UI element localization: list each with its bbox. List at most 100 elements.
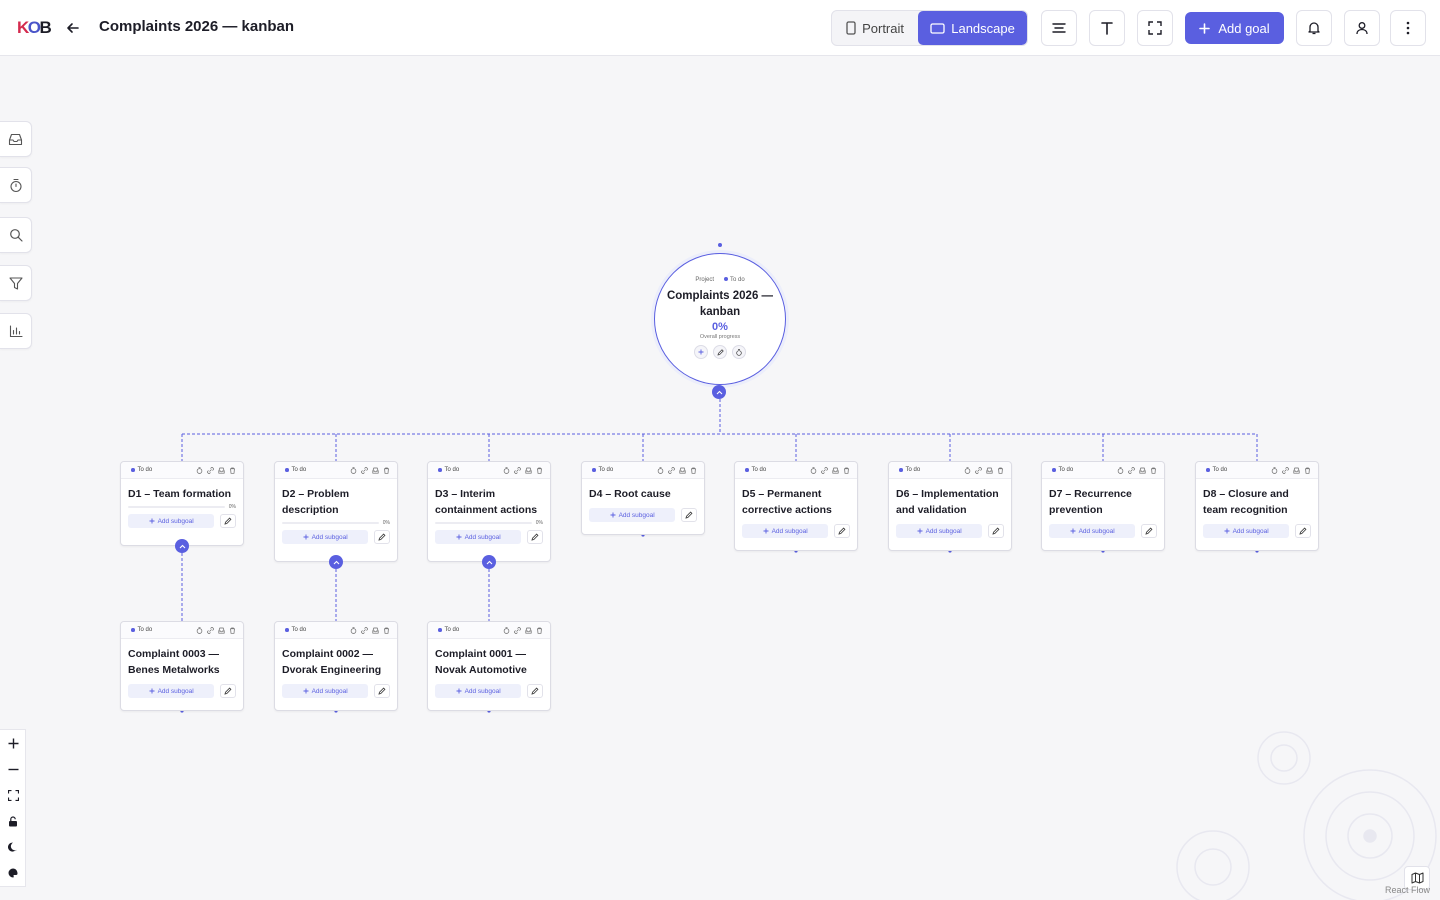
palette-button[interactable] xyxy=(0,860,26,886)
card-link-button[interactable] xyxy=(667,466,676,475)
card-timer-button[interactable] xyxy=(1116,466,1125,475)
add-subgoal-button[interactable]: Add subgoal xyxy=(435,530,522,544)
edit-button[interactable] xyxy=(1141,524,1157,538)
goal-card-6[interactable]: To do D6 – Implementation and validation A… xyxy=(888,461,1012,551)
notifications-button[interactable] xyxy=(1296,10,1332,46)
card-inbox-button[interactable] xyxy=(371,626,380,635)
root-timer-button[interactable] xyxy=(732,345,746,359)
root-add-button[interactable] xyxy=(694,345,708,359)
add-subgoal-button[interactable]: Add subgoal xyxy=(435,684,522,698)
card-timer-button[interactable] xyxy=(195,626,204,635)
landscape-button[interactable]: Landscape xyxy=(918,11,1027,45)
card-timer-button[interactable] xyxy=(1270,466,1279,475)
card-trash-button[interactable] xyxy=(382,626,391,635)
card-timer-button[interactable] xyxy=(963,466,972,475)
edit-button[interactable] xyxy=(527,530,543,544)
root-project-node[interactable]: Project To do Complaints 2026 — kanban 0… xyxy=(654,253,786,385)
goal-card-8[interactable]: To do D8 – Closure and team recognition Ad… xyxy=(1195,461,1319,551)
card-trash-button[interactable] xyxy=(228,466,237,475)
card-timer-button[interactable] xyxy=(502,466,511,475)
edit-button[interactable] xyxy=(681,508,697,522)
card-trash-button[interactable] xyxy=(382,466,391,475)
fit-view-button[interactable] xyxy=(0,782,26,808)
lock-button[interactable] xyxy=(0,808,26,834)
add-subgoal-button[interactable]: Add subgoal xyxy=(589,508,676,522)
card-timer-button[interactable] xyxy=(502,626,511,635)
card-inbox-button[interactable] xyxy=(831,466,840,475)
card-timer-button[interactable] xyxy=(349,626,358,635)
subgoal-card-3[interactable]: To do Complaint 0001 — Novak Automotive Ad… xyxy=(427,621,551,711)
root-edit-button[interactable] xyxy=(713,345,727,359)
card-trash-button[interactable] xyxy=(535,626,544,635)
card-inbox-button[interactable] xyxy=(371,466,380,475)
edit-button[interactable] xyxy=(374,530,390,544)
add-subgoal-button[interactable]: Add subgoal xyxy=(1203,524,1290,538)
card-inbox-button[interactable] xyxy=(524,466,533,475)
zoom-out-button[interactable] xyxy=(0,756,26,782)
edit-button[interactable] xyxy=(220,684,236,698)
more-button[interactable] xyxy=(1390,10,1426,46)
goal-card-2[interactable]: To do D2 – Problem description 0% Add subgo… xyxy=(274,461,398,562)
card-inbox-button[interactable] xyxy=(524,626,533,635)
add-subgoal-button[interactable]: Add subgoal xyxy=(282,684,369,698)
add-subgoal-button[interactable]: Add subgoal xyxy=(896,524,983,538)
zoom-in-button[interactable] xyxy=(0,730,26,756)
theme-button[interactable] xyxy=(0,834,26,860)
goal-card-3[interactable]: To do D3 – Interim containment actions 0% A… xyxy=(427,461,551,562)
card-trash-button[interactable] xyxy=(535,466,544,475)
add-goal-button[interactable]: Add goal xyxy=(1185,12,1284,44)
card-timer-button[interactable] xyxy=(809,466,818,475)
add-subgoal-button[interactable]: Add subgoal xyxy=(128,514,215,528)
text-button[interactable] xyxy=(1089,10,1125,46)
react-flow-attribution[interactable]: React Flow xyxy=(1385,885,1430,895)
card-link-button[interactable] xyxy=(513,626,522,635)
card-trash-button[interactable] xyxy=(228,626,237,635)
goal-collapse-toggle-2[interactable] xyxy=(329,555,343,569)
card-trash-button[interactable] xyxy=(996,466,1005,475)
card-inbox-button[interactable] xyxy=(678,466,687,475)
portrait-button[interactable]: Portrait xyxy=(832,11,918,45)
card-inbox-button[interactable] xyxy=(217,466,226,475)
card-trash-button[interactable] xyxy=(689,466,698,475)
add-subgoal-button[interactable]: Add subgoal xyxy=(128,684,215,698)
card-timer-button[interactable] xyxy=(195,466,204,475)
goal-card-4[interactable]: To do D4 – Root cause Add subgoal xyxy=(581,461,705,535)
card-link-button[interactable] xyxy=(360,626,369,635)
card-link-button[interactable] xyxy=(360,466,369,475)
card-link-button[interactable] xyxy=(206,626,215,635)
card-inbox-button[interactable] xyxy=(1292,466,1301,475)
profile-button[interactable] xyxy=(1344,10,1380,46)
card-inbox-button[interactable] xyxy=(1138,466,1147,475)
add-subgoal-button[interactable]: Add subgoal xyxy=(1049,524,1136,538)
root-collapse-toggle[interactable] xyxy=(712,385,726,399)
subgoal-card-1[interactable]: To do Complaint 0003 — Benes Metalworks Ad… xyxy=(120,621,244,711)
card-inbox-button[interactable] xyxy=(985,466,994,475)
card-trash-button[interactable] xyxy=(1149,466,1158,475)
subgoal-card-2[interactable]: To do Complaint 0002 — Dvorak Engineering… xyxy=(274,621,398,711)
card-link-button[interactable] xyxy=(974,466,983,475)
goal-collapse-toggle-1[interactable] xyxy=(175,539,189,553)
edit-button[interactable] xyxy=(1295,524,1311,538)
app-logo[interactable]: KOB xyxy=(17,18,52,38)
card-link-button[interactable] xyxy=(1281,466,1290,475)
add-subgoal-button[interactable]: Add subgoal xyxy=(282,530,369,544)
add-subgoal-button[interactable]: Add subgoal xyxy=(742,524,829,538)
goal-collapse-toggle-3[interactable] xyxy=(482,555,496,569)
fullscreen-button[interactable] xyxy=(1137,10,1173,46)
card-link-button[interactable] xyxy=(513,466,522,475)
goal-card-5[interactable]: To do D5 – Permanent corrective actions Ad… xyxy=(734,461,858,551)
back-button[interactable] xyxy=(62,17,84,39)
edit-button[interactable] xyxy=(527,684,543,698)
card-trash-button[interactable] xyxy=(1303,466,1312,475)
edit-button[interactable] xyxy=(988,524,1004,538)
edit-button[interactable] xyxy=(834,524,850,538)
card-link-button[interactable] xyxy=(820,466,829,475)
goal-card-7[interactable]: To do D7 – Recurrence prevention Add subgo… xyxy=(1041,461,1165,551)
card-link-button[interactable] xyxy=(206,466,215,475)
flow-canvas[interactable]: Project To do Complaints 2026 — kanban 0… xyxy=(0,56,1440,900)
card-timer-button[interactable] xyxy=(656,466,665,475)
goal-card-1[interactable]: To do D1 – Team formation 0% Add subgoal xyxy=(120,461,244,546)
edit-button[interactable] xyxy=(374,684,390,698)
card-timer-button[interactable] xyxy=(349,466,358,475)
card-trash-button[interactable] xyxy=(842,466,851,475)
